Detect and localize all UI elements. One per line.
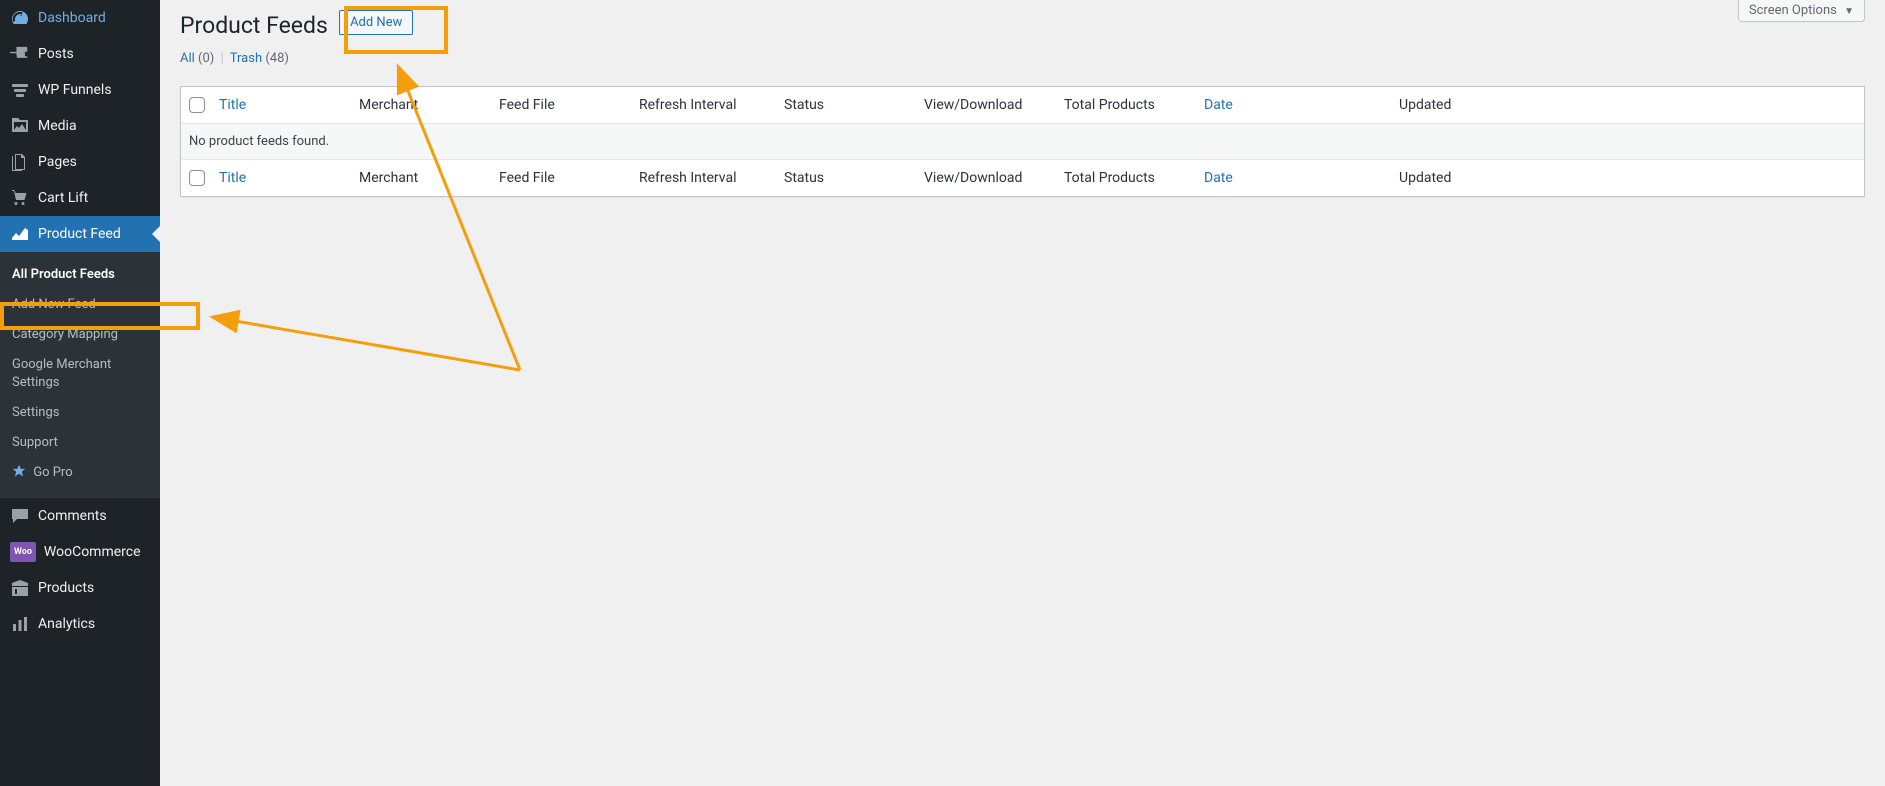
menu-label: Comments [38,507,107,525]
menu-item-pages[interactable]: Pages [0,144,160,180]
media-icon [10,116,30,136]
submenu-support[interactable]: Support [0,428,160,458]
column-footer-updated: Updated [1391,160,1864,196]
column-footer-title[interactable]: Title [211,160,351,196]
empty-message: No product feeds found. [181,124,1864,159]
menu-label: Products [38,579,94,597]
column-header-total: Total Products [1056,87,1196,123]
menu-label: Posts [38,45,74,63]
column-header-feedfile: Feed File [491,87,631,123]
menu-label: Dashboard [38,9,106,27]
table-header-row: Title Merchant Feed File Refresh Interva… [181,87,1864,124]
screen-options-button[interactable]: Screen Options ▼ [1738,0,1865,22]
column-footer-refresh: Refresh Interval [631,160,776,196]
submenu-label: Go Pro [33,465,72,480]
column-header-date[interactable]: Date [1196,87,1391,123]
column-footer-feedfile: Feed File [491,160,631,196]
pages-icon [10,152,30,172]
select-all-checkbox[interactable] [189,97,205,113]
comment-icon [10,506,30,526]
box-icon [10,578,30,598]
triangle-down-icon: ▼ [1844,6,1854,17]
column-header-title[interactable]: Title [211,87,351,123]
menu-label: Media [38,117,77,135]
column-footer-merchant: Merchant [351,160,491,196]
submenu-productfeed: All Product Feeds Add New Feed Category … [0,252,160,498]
column-footer-status: Status [776,160,916,196]
column-footer-view: View/Download [916,160,1056,196]
header-checkbox-cell [181,87,211,123]
menu-item-woocommerce[interactable]: Woo WooCommerce [0,534,160,570]
funnels-icon [10,80,30,100]
page-header: Product Feeds Add New [160,0,1885,41]
menu-item-productfeed[interactable]: Product Feed [0,216,160,252]
menu-item-wpfunnels[interactable]: WP Funnels [0,72,160,108]
chart-icon [10,224,30,244]
add-new-button[interactable]: Add New [339,10,413,35]
menu-item-media[interactable]: Media [0,108,160,144]
table-footer-row: Title Merchant Feed File Refresh Interva… [181,160,1864,196]
submenu-category-mapping[interactable]: Category Mapping [0,320,160,350]
menu-label: WP Funnels [38,81,112,99]
star-icon [12,464,28,484]
cart-icon [10,188,30,208]
column-header-merchant: Merchant [351,87,491,123]
menu-label: Product Feed [38,225,121,243]
menu-item-dashboard[interactable]: Dashboard [0,0,160,36]
submenu-go-pro[interactable]: Go Pro [0,458,160,490]
pin-icon [10,44,30,64]
menu-item-posts[interactable]: Posts [0,36,160,72]
filter-trash-count: (48) [265,51,289,66]
filter-all-link[interactable]: All [180,51,195,66]
column-header-updated: Updated [1391,87,1864,123]
menu-label: Cart Lift [38,189,88,207]
menu-label: Analytics [38,615,95,633]
menu-item-comments[interactable]: Comments [0,498,160,534]
page-title: Product Feeds [180,11,336,41]
filter-trash-link[interactable]: Trash [230,51,262,66]
menu-item-analytics[interactable]: Analytics [0,606,160,642]
screen-options-label: Screen Options [1749,3,1837,18]
main-content: Screen Options ▼ Product Feeds Add New A… [160,0,1885,197]
footer-checkbox-cell [181,160,211,196]
separator: | [221,51,224,66]
column-footer-total: Total Products [1056,160,1196,196]
admin-sidebar: Dashboard Posts WP Funnels Media Pages C… [0,0,160,786]
submenu-all-feeds[interactable]: All Product Feeds [0,260,160,290]
filter-links: All (0) | Trash (48) [180,51,1885,66]
column-header-status: Status [776,87,916,123]
menu-item-products[interactable]: Products [0,570,160,606]
woo-icon: Woo [10,542,36,562]
column-header-view: View/Download [916,87,1056,123]
menu-label: Pages [38,153,77,171]
submenu-google-merchant[interactable]: Google Merchant Settings [0,350,160,398]
select-all-checkbox-footer[interactable] [189,170,205,186]
empty-row: No product feeds found. [181,124,1864,160]
submenu-add-new-feed[interactable]: Add New Feed [0,290,160,320]
column-header-refresh: Refresh Interval [631,87,776,123]
column-footer-date[interactable]: Date [1196,160,1391,196]
menu-label: WooCommerce [44,543,141,561]
menu-item-cartlift[interactable]: Cart Lift [0,180,160,216]
submenu-settings[interactable]: Settings [0,398,160,428]
feeds-table: Title Merchant Feed File Refresh Interva… [180,86,1865,197]
dashboard-icon [10,8,30,28]
filter-all-count: (0) [198,51,214,66]
analytics-icon [10,614,30,634]
